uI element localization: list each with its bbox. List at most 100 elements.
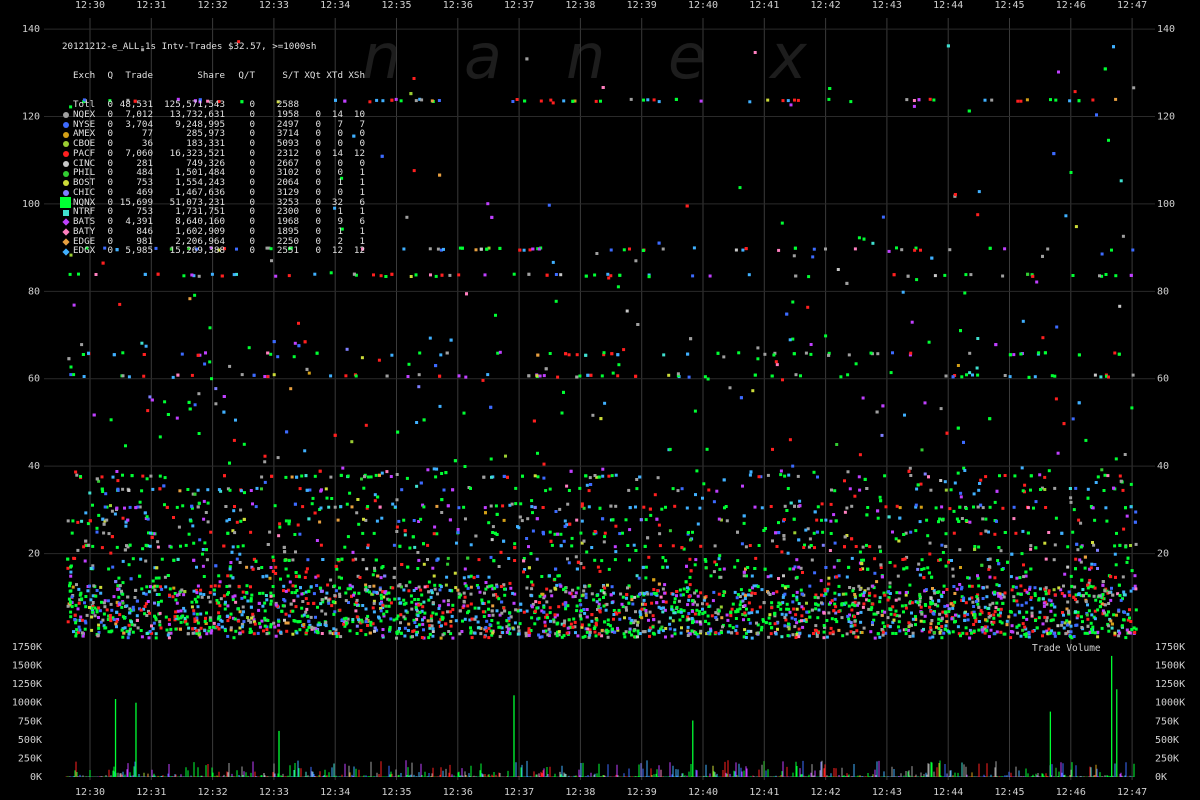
trade-point — [836, 268, 840, 271]
trade-point — [738, 607, 742, 611]
trade-point — [435, 467, 439, 471]
trade-point — [653, 493, 657, 497]
trade-point — [1117, 634, 1121, 638]
trade-point — [578, 614, 582, 618]
trade-point — [238, 552, 242, 556]
trade-point — [714, 611, 718, 615]
trade-point — [833, 489, 837, 493]
trade-point — [381, 99, 385, 103]
trade-point — [853, 615, 856, 619]
trade-point — [760, 588, 764, 592]
trade-point — [750, 574, 754, 578]
trade-point — [457, 273, 461, 277]
trade-point — [164, 585, 168, 589]
trade-point — [837, 628, 841, 632]
trade-point — [487, 636, 491, 640]
trade-point — [944, 624, 948, 628]
trade-point — [199, 588, 203, 592]
trade-point — [574, 555, 578, 559]
trade-point — [887, 515, 891, 519]
trade-point — [966, 576, 970, 580]
trade-point — [972, 492, 976, 496]
trade-point — [686, 603, 690, 607]
trade-point — [650, 601, 654, 605]
trade-point — [928, 605, 932, 609]
trade-point — [483, 635, 487, 639]
trade-point — [344, 374, 348, 378]
trade-point — [958, 548, 962, 552]
trade-point — [931, 587, 934, 590]
trade-point — [273, 504, 277, 508]
trade-point — [332, 612, 336, 616]
trade-point — [462, 591, 466, 595]
trade-point — [822, 624, 826, 627]
trade-point — [950, 617, 954, 621]
trade-point — [735, 596, 739, 600]
trade-point — [120, 589, 123, 593]
trade-point — [269, 625, 273, 629]
trade-point — [486, 202, 490, 206]
trade-point — [718, 567, 722, 571]
trade-point — [774, 632, 778, 636]
trade-point — [1030, 614, 1034, 618]
trade-point — [1053, 543, 1057, 547]
trade-point — [828, 87, 832, 90]
trade-point — [351, 550, 355, 554]
trade-point — [748, 473, 752, 477]
trade-point — [535, 606, 539, 610]
trade-point — [937, 599, 941, 603]
trade-point — [195, 612, 199, 616]
trade-point — [224, 600, 227, 604]
trade-point — [355, 598, 359, 602]
trade-point — [1126, 556, 1130, 560]
trade-point — [862, 237, 866, 241]
trade-point — [1084, 438, 1088, 442]
trade-point — [742, 574, 746, 578]
trade-point — [830, 599, 834, 603]
trade-point — [628, 630, 632, 634]
trade-point — [1110, 248, 1113, 252]
trade-point — [324, 621, 328, 625]
trade-point — [399, 621, 402, 625]
trade-point — [402, 615, 406, 619]
trade-point — [1074, 598, 1077, 601]
trade-point — [923, 401, 927, 405]
trade-point — [145, 515, 149, 519]
trade-point — [629, 97, 633, 101]
trade-point — [942, 631, 946, 635]
trade-point — [155, 584, 159, 588]
trade-point — [241, 590, 245, 594]
trade-point — [1107, 591, 1111, 594]
trade-point — [738, 603, 742, 607]
trade-point — [498, 635, 502, 639]
trade-point — [527, 545, 530, 549]
trade-point — [1110, 586, 1113, 590]
trade-point — [412, 519, 416, 522]
trade-point — [847, 565, 851, 569]
watermark-letter: n — [362, 20, 401, 93]
trade-point — [442, 488, 446, 492]
trade-point — [686, 586, 689, 590]
trade-point — [174, 598, 178, 602]
trade-point — [193, 293, 197, 297]
trade-point — [962, 440, 965, 444]
trade-point — [816, 596, 820, 600]
trade-point — [744, 545, 748, 549]
trade-point — [1001, 601, 1005, 605]
trade-point — [747, 601, 751, 605]
trade-point — [563, 602, 567, 606]
trade-point — [1101, 583, 1105, 587]
trade-point — [1009, 575, 1013, 579]
trade-point — [1000, 568, 1004, 571]
trade-point — [446, 603, 450, 607]
trade-point — [1115, 531, 1118, 535]
trade-point — [755, 610, 759, 614]
trade-point — [431, 634, 435, 638]
trade-point — [310, 625, 314, 629]
trade-point — [127, 632, 131, 636]
trade-point — [709, 574, 713, 578]
trade-point — [891, 631, 895, 635]
trade-point — [144, 344, 148, 348]
trade-point — [659, 595, 663, 599]
trade-point — [97, 513, 101, 517]
